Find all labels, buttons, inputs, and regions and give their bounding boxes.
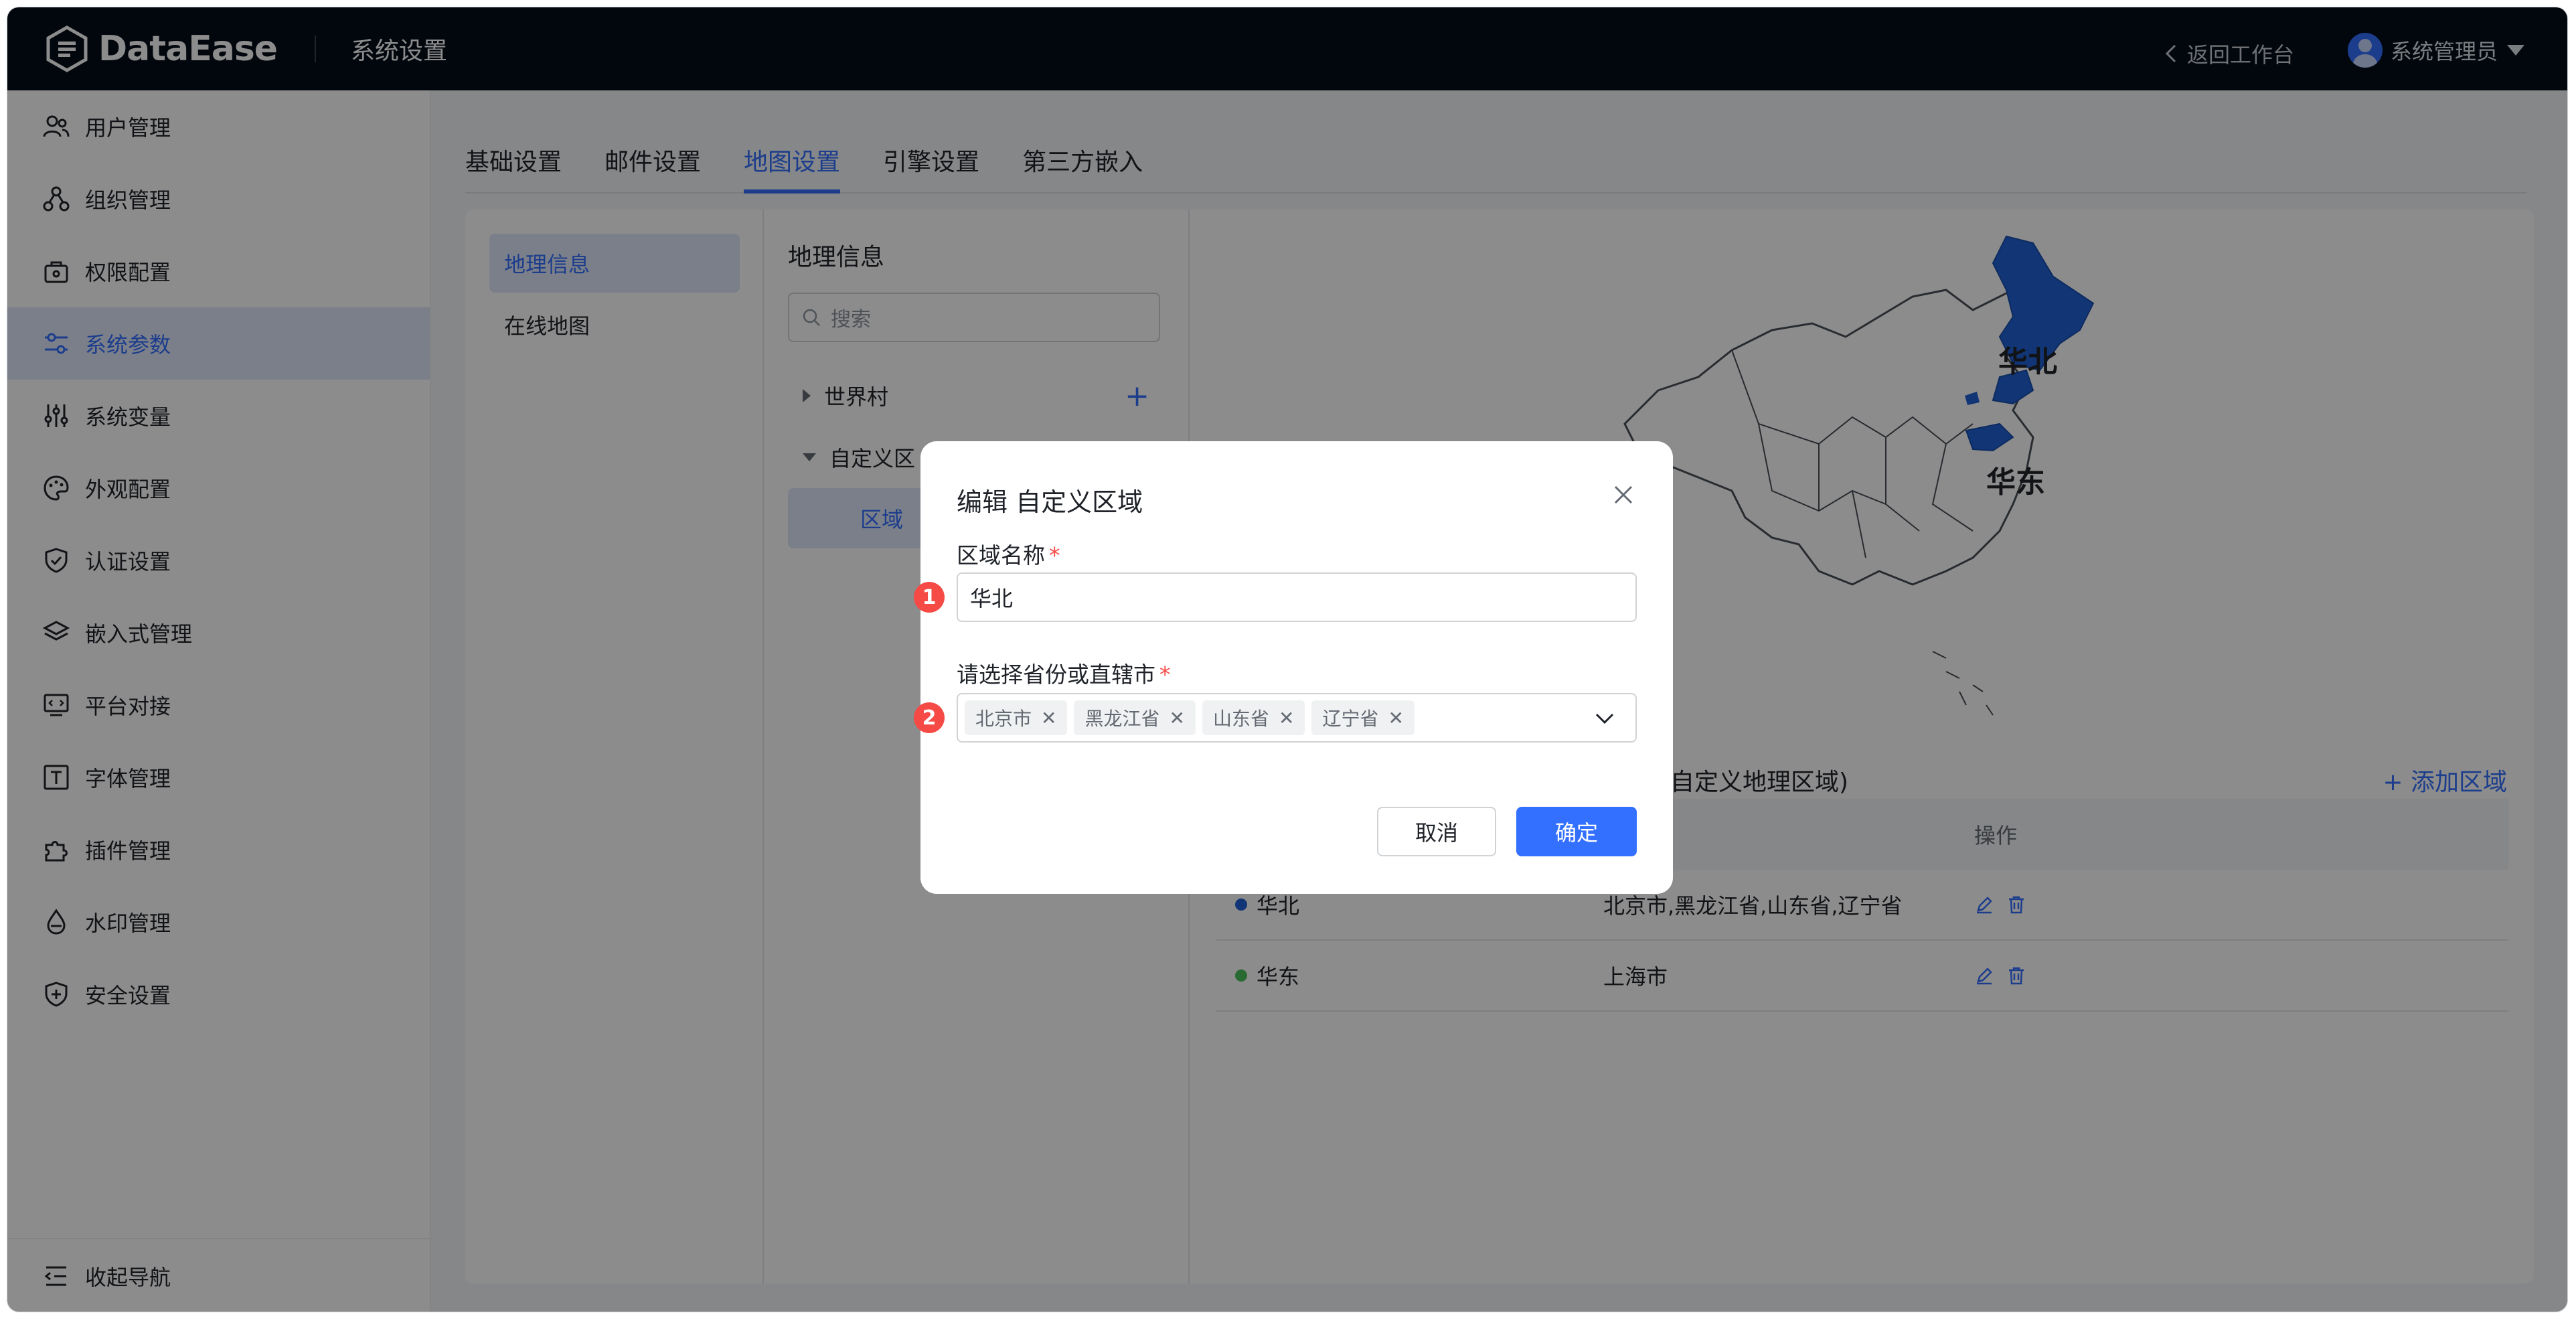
step-badge-1: 1 <box>914 582 945 613</box>
province-tag-label: 山东省 <box>1212 708 1269 730</box>
province-tag: 山东省 ✕ <box>1202 700 1305 735</box>
required-mark: * <box>1049 542 1060 568</box>
remove-tag-icon[interactable]: ✕ <box>1279 707 1294 729</box>
close-icon[interactable] <box>1611 483 1635 507</box>
app-window: DataEase 系统设置 返回工作台 系统管理员 用户管理 组织管理 权限配置 <box>7 7 2568 1312</box>
province-tag: 辽宁省 ✕ <box>1311 700 1415 735</box>
required-mark: * <box>1159 662 1171 688</box>
area-name-value: 华北 <box>970 586 1014 611</box>
province-tag-label: 辽宁省 <box>1322 708 1379 730</box>
remove-tag-icon[interactable]: ✕ <box>1041 707 1056 729</box>
edit-area-dialog: 编辑 自定义区域 区域名称 * 1 华北 请选择省份或直辖市 * 2 北京市 ✕ 黑… <box>914 441 1673 894</box>
dialog-title: 编辑 自定义区域 <box>957 487 1143 517</box>
province-tag-label: 黑龙江省 <box>1084 708 1160 730</box>
chevron-down-icon[interactable] <box>1594 709 1615 728</box>
province-tag: 黑龙江省 ✕ <box>1074 700 1196 735</box>
area-name-label-text: 区域名称 <box>957 542 1045 568</box>
province-tag-label: 北京市 <box>975 708 1032 730</box>
area-name-label: 区域名称 * <box>957 538 1060 570</box>
confirm-button[interactable]: 确定 <box>1516 807 1637 856</box>
province-tag: 北京市 ✕ <box>965 700 1068 735</box>
cancel-button[interactable]: 取消 <box>1377 807 1496 856</box>
remove-tag-icon[interactable]: ✕ <box>1388 707 1403 729</box>
provinces-select[interactable]: 北京市 ✕ 黑龙江省 ✕ 山东省 ✕ 辽宁省 ✕ <box>957 693 1637 743</box>
remove-tag-icon[interactable]: ✕ <box>1170 707 1185 729</box>
provinces-label-text: 请选择省份或直辖市 <box>957 662 1155 688</box>
provinces-label: 请选择省份或直辖市 * <box>957 657 1171 689</box>
step-badge-2: 2 <box>914 702 945 733</box>
area-name-input[interactable]: 华北 <box>957 572 1637 622</box>
